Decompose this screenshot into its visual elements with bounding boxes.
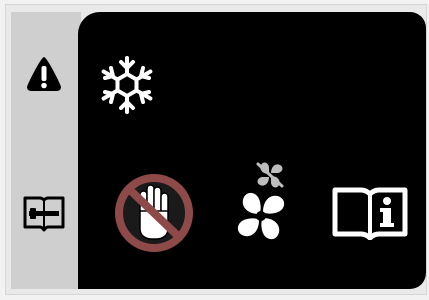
- snowflake-icon: [101, 56, 153, 114]
- no-touch-icon[interactable]: [113, 173, 195, 253]
- fan-muted-icon: [256, 162, 284, 188]
- status-readout: [170, 58, 410, 108]
- fan-icon[interactable]: [230, 188, 292, 244]
- maintenance-manual-icon[interactable]: [22, 194, 66, 232]
- info-manual-icon[interactable]: [331, 184, 409, 240]
- warning-icon[interactable]: [24, 54, 64, 94]
